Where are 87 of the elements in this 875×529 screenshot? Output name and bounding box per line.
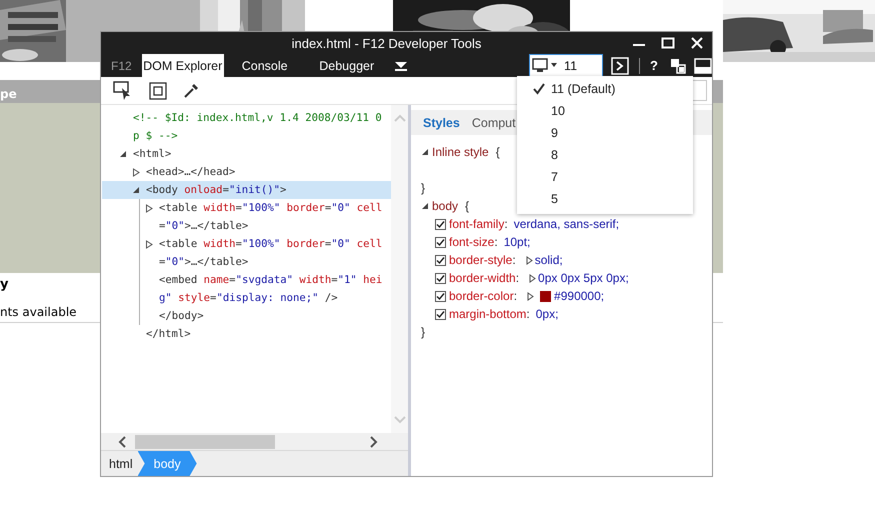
collapsed-arrow-icon[interactable] — [145, 204, 153, 212]
code-line: ="0">…</table> — [159, 255, 250, 270]
collapsed-arrow-icon[interactable] — [527, 292, 534, 300]
dom-node-row[interactable]: <!-- $Id: index.html,v 1.4 2008/03/11 0 p $ --> — [101, 109, 391, 145]
scroll-left-icon[interactable] — [117, 434, 127, 448]
css-selector: body — [432, 199, 458, 213]
collapsed-arrow-icon[interactable] — [145, 240, 153, 248]
property-value: 10pt; — [504, 235, 530, 249]
menu-item[interactable]: 8 — [517, 144, 693, 166]
brace: { — [465, 199, 470, 213]
tab[interactable]: Console — [224, 54, 306, 77]
code-line: <head>…</head> — [146, 165, 236, 180]
windows-icon[interactable] — [670, 58, 686, 74]
code-line: <table width="100%" border="0" cell — [159, 237, 382, 252]
code-line: <!-- $Id: index.html,v 1.4 2008/03/11 0 — [133, 111, 382, 126]
collapsed-arrow-icon[interactable] — [132, 168, 140, 176]
tab[interactable]: Styles — [421, 116, 462, 130]
css-selector: Inline style — [432, 145, 489, 159]
code-line: p $ --> — [133, 129, 179, 144]
expanded-arrow-icon[interactable] — [421, 202, 429, 210]
dom-node-row[interactable]: <table width="100%" border="0" cell ="0">…</table> — [101, 235, 391, 271]
highlight-box-icon[interactable] — [149, 82, 167, 100]
close-icon[interactable] — [690, 36, 704, 50]
version-field[interactable]: 11 — [529, 54, 604, 77]
menu-item[interactable]: 11 (Default) — [517, 78, 693, 100]
property-value: verdana, sans-serif; — [514, 217, 620, 231]
property-name: font-size — [449, 235, 494, 249]
menu-item[interactable]: 5 — [517, 188, 693, 210]
banner-text: pe — [0, 87, 17, 103]
property-value: 0px 0px 5px 0px; — [538, 271, 629, 285]
code-line: </body> — [159, 309, 204, 324]
colon: : — [494, 235, 498, 249]
dock-icon[interactable] — [694, 58, 712, 74]
color-swatch[interactable] — [540, 290, 552, 302]
more-tabs-icon[interactable] — [394, 60, 408, 70]
help-button[interactable]: ? — [646, 58, 662, 73]
code-line: <body onload="init()"> — [146, 183, 286, 198]
code-line: </html> — [146, 327, 191, 342]
expanded-arrow-icon[interactable] — [421, 148, 429, 156]
menu-item[interactable]: 9 — [517, 122, 693, 144]
window-title: index.html - F12 Developer Tools — [290, 36, 482, 50]
checkbox[interactable] — [435, 272, 446, 284]
menu-item[interactable]: 7 — [517, 166, 693, 188]
collapsed-arrow-icon[interactable] — [526, 256, 533, 264]
brand-label: F12 — [110, 58, 133, 72]
dom-node-row[interactable]: <html> — [101, 145, 391, 163]
property-value: 0px; — [536, 307, 558, 321]
colon: : — [504, 217, 508, 231]
horizontal-scrollbar[interactable] — [101, 433, 408, 451]
brace: { — [496, 145, 500, 159]
dom-node-row[interactable]: <table width="100%" border="0" cell ="0">…</table> — [101, 199, 391, 235]
property-value: solid; — [534, 253, 563, 267]
property-name: border-width — [449, 271, 516, 285]
eyedropper-icon[interactable] — [183, 82, 199, 98]
checkbox[interactable] — [435, 290, 446, 302]
monitor-icon — [532, 58, 558, 74]
tab[interactable]: Debugger — [306, 54, 388, 77]
expanded-arrow-icon[interactable] — [132, 186, 140, 194]
property-name: margin-bottom — [449, 307, 526, 321]
colon: : — [526, 307, 530, 321]
tab[interactable]: DOM Explorer — [142, 54, 224, 77]
checkbox[interactable] — [435, 254, 446, 266]
menu-item[interactable]: 10 — [517, 100, 693, 122]
code-line: <embed name="svgdata" width="1" hei — [159, 273, 382, 288]
dom-node-row[interactable]: <head>…</head> — [102, 163, 391, 181]
checkbox[interactable] — [435, 236, 446, 248]
checkbox[interactable] — [435, 308, 446, 320]
page-heading: y — [0, 277, 8, 294]
brace: } — [421, 324, 426, 341]
property-name: font-family — [449, 217, 504, 231]
expanded-arrow-icon[interactable] — [119, 150, 127, 158]
colon: : — [516, 271, 520, 285]
tab[interactable]: Comput — [470, 116, 518, 130]
scroll-thumb[interactable] — [135, 434, 275, 448]
colon: : — [512, 253, 516, 267]
code-line: <html> — [133, 147, 172, 162]
code-line: ="0">…</table> — [159, 219, 250, 234]
dom-node-row[interactable]: <body onload="init()"> — [102, 181, 391, 199]
maximize-icon[interactable] — [661, 36, 675, 50]
checkbox[interactable] — [435, 218, 446, 230]
property-name: border-style — [449, 253, 512, 267]
scroll-right-icon[interactable] — [369, 434, 379, 448]
select-element-icon[interactable] — [113, 80, 133, 100]
code-line: <table width="100%" border="0" cell — [159, 201, 382, 216]
console-icon[interactable] — [611, 56, 630, 74]
collapsed-arrow-icon[interactable] — [529, 274, 536, 282]
brace: } — [421, 180, 426, 197]
